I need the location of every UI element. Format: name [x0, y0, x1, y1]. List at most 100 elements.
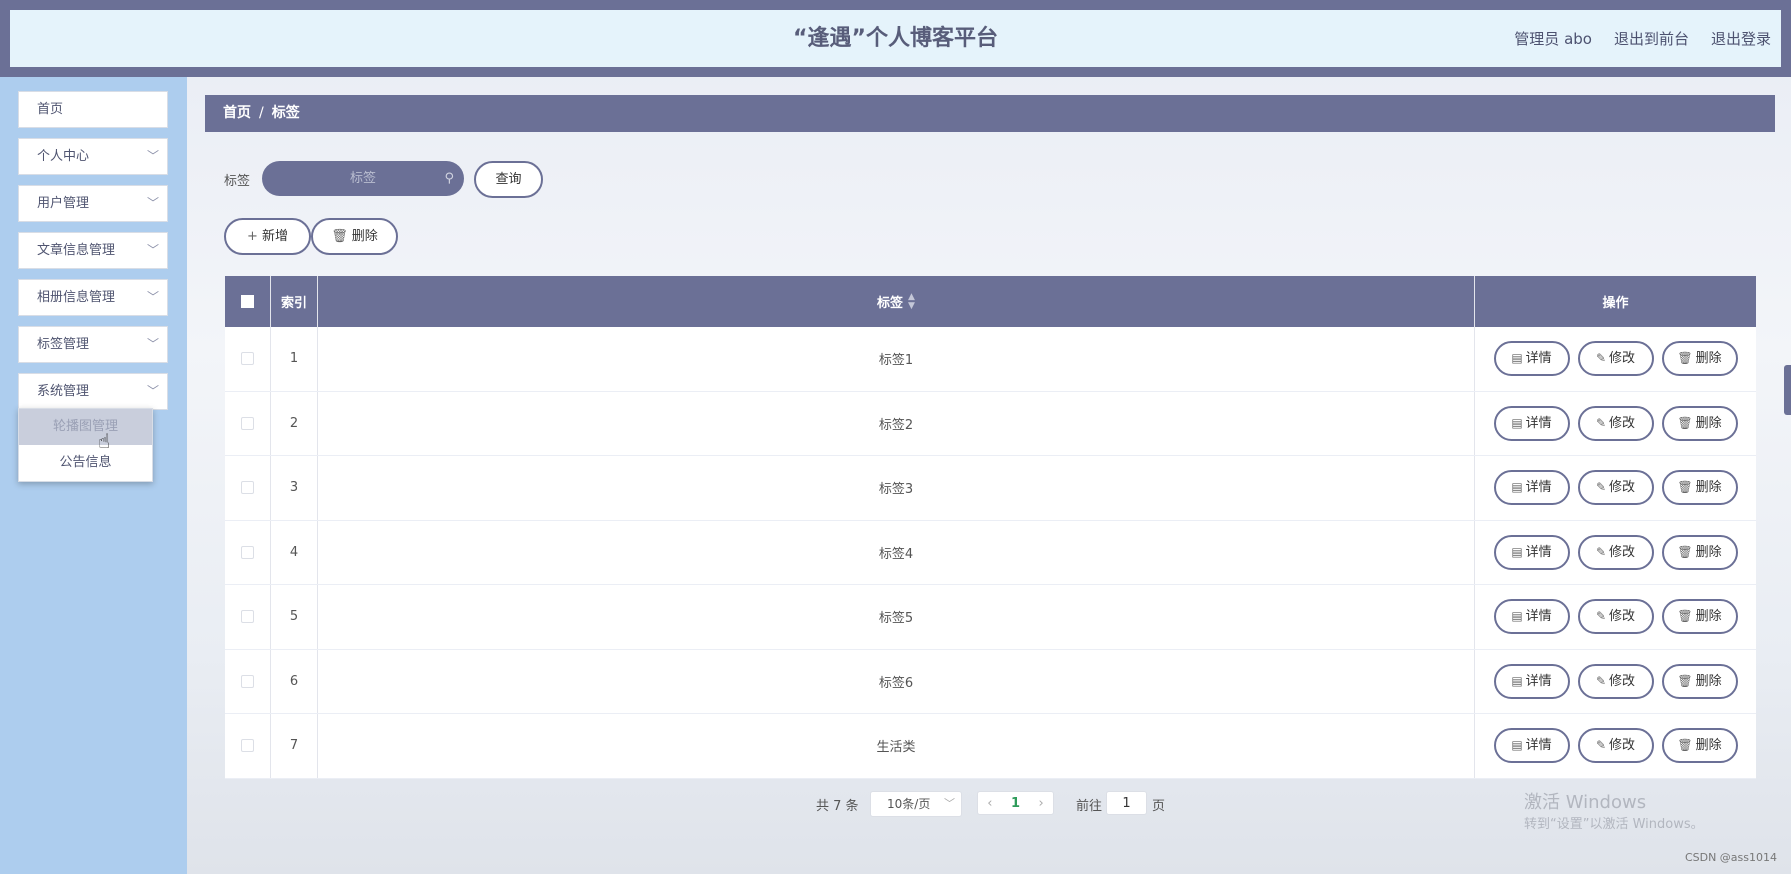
header-tag[interactable]: 标签 ▲ ▼ [318, 276, 1475, 327]
tag-search-input[interactable] [283, 162, 443, 195]
edit-button[interactable]: ✎ 修改 [1577, 341, 1654, 377]
edit-button[interactable]: ✎ 修改 [1577, 470, 1654, 506]
row-checkbox[interactable] [241, 545, 254, 559]
detail-button[interactable]: ▤ 详情 [1493, 534, 1570, 570]
row-actions: ▤ 详情 ✎ 修改 🗑 删除 [1475, 714, 1756, 778]
add-button[interactable]: + 新增 [224, 218, 311, 255]
chevron-down-icon: ﹀ [146, 290, 159, 304]
trash-icon: 🗑 [1677, 544, 1693, 559]
sidebar-item-article-management[interactable]: 文章信息管理 ﹀ [18, 232, 168, 269]
row-index: 7 [271, 714, 318, 778]
delete-button[interactable]: 🗑 删除 [1661, 534, 1738, 570]
row-checkbox[interactable] [241, 481, 254, 495]
edit-label: 修改 [1609, 673, 1636, 689]
chevron-down-icon: ﹀ [146, 149, 159, 163]
table-row: 3 标签3 ▤ 详情 ✎ 修改 🗑 删除 [225, 456, 1756, 521]
search-label: 标签 [224, 174, 251, 189]
sidebar-item-system-management[interactable]: 系统管理 ﹀ [18, 373, 168, 410]
delete-label: 删除 [1695, 415, 1722, 431]
edit-button[interactable]: ✎ 修改 [1577, 534, 1654, 570]
query-button[interactable]: 查询 [474, 161, 543, 198]
detail-button[interactable]: ▤ 详情 [1493, 341, 1570, 377]
edit-button[interactable]: ✎ 修改 [1577, 728, 1654, 764]
back-to-frontend-link[interactable]: 退出到前台 [1614, 28, 1689, 49]
delete-button[interactable]: 🗑 删除 [1661, 728, 1738, 764]
document-icon: ▤ [1511, 673, 1523, 688]
pencil-icon: ✎ [1595, 415, 1607, 430]
row-actions: ▤ 详情 ✎ 修改 🗑 删除 [1475, 327, 1756, 391]
select-all-checkbox[interactable] [241, 295, 254, 308]
delete-label: 删除 [1695, 673, 1722, 689]
sidebar-item-tag-management[interactable]: 标签管理 ﹀ [18, 326, 168, 363]
row-checkbox-cell [225, 585, 271, 649]
page-size-value: 10条/页 [887, 797, 931, 811]
detail-label: 详情 [1525, 480, 1552, 496]
delete-button[interactable]: 🗑 删除 [1661, 405, 1738, 441]
edit-button[interactable]: ✎ 修改 [1577, 599, 1654, 635]
edit-button[interactable]: ✎ 修改 [1577, 405, 1654, 441]
breadcrumb: 首页 / 标签 [205, 95, 1775, 132]
detail-button[interactable]: ▤ 详情 [1493, 663, 1570, 699]
sidebar-item-label: 个人中心 [37, 149, 90, 164]
delete-button[interactable]: 🗑 删除 [1661, 599, 1738, 635]
detail-label: 详情 [1525, 673, 1552, 689]
detail-button[interactable]: ▤ 详情 [1493, 470, 1570, 506]
row-checkbox[interactable] [241, 352, 254, 366]
row-checkbox[interactable] [241, 739, 254, 753]
row-index: 1 [271, 327, 318, 391]
document-icon: ▤ [1511, 609, 1523, 624]
windows-activation-hint: 转到“设置”以激活 Windows。 [1524, 817, 1704, 832]
sidebar-item-personal-center[interactable]: 个人中心 ﹀ [18, 138, 168, 175]
sidebar-item-album-management[interactable]: 相册信息管理 ﹀ [18, 279, 168, 316]
table-row: 7 生活类 ▤ 详情 ✎ 修改 🗑 删除 [225, 714, 1756, 779]
next-page-icon[interactable]: › [1039, 796, 1044, 811]
detail-button[interactable]: ▤ 详情 [1493, 405, 1570, 441]
prev-page-icon[interactable]: ‹ [987, 796, 992, 811]
batch-delete-button[interactable]: 🗑 删除 [311, 218, 398, 255]
detail-label: 详情 [1525, 738, 1552, 754]
add-button-label: 新增 [261, 229, 288, 244]
delete-button[interactable]: 🗑 删除 [1661, 663, 1738, 699]
edit-label: 修改 [1609, 351, 1636, 367]
windows-activation-watermark: 激活 Windows [1524, 792, 1647, 813]
row-checkbox[interactable] [241, 416, 254, 430]
header-tag-label: 标签 [877, 296, 904, 311]
detail-button[interactable]: ▤ 详情 [1493, 728, 1570, 764]
trash-icon: 🗑 [1677, 609, 1693, 624]
delete-button[interactable]: 🗑 删除 [1661, 341, 1738, 377]
hand-cursor-icon: ☝ [98, 429, 111, 453]
tag-table: 索引 标签 ▲ ▼ 操作 1 标签1 ▤ 详情 ✎ 修改 🗑 删除 2 标签2 ▤ 详情 ✎ 修改 🗑 删除 3 标签… [225, 276, 1756, 779]
sidebar-item-user-management[interactable]: 用户管理 ﹀ [18, 185, 168, 222]
row-checkbox[interactable] [241, 610, 254, 624]
row-actions: ▤ 详情 ✎ 修改 🗑 删除 [1475, 456, 1756, 520]
delete-button-label: 删除 [351, 229, 378, 244]
sidebar-item-label: 标签管理 [37, 337, 90, 352]
breadcrumb-home[interactable]: 首页 [223, 105, 251, 121]
chevron-down-icon: ﹀ [944, 797, 955, 810]
plus-icon: + [247, 229, 258, 244]
sidebar-item-home[interactable]: 首页 [18, 91, 168, 128]
header-ops: 操作 [1602, 296, 1629, 311]
sort-icon[interactable]: ▲ ▼ [908, 292, 915, 311]
logout-link[interactable]: 退出登录 [1711, 28, 1771, 49]
pencil-icon: ✎ [1595, 480, 1607, 495]
delete-button[interactable]: 🗑 删除 [1661, 470, 1738, 506]
scrollbar-thumb[interactable] [1784, 365, 1791, 415]
edit-button[interactable]: ✎ 修改 [1577, 663, 1654, 699]
submenu-item-announcement[interactable]: 公告信息 [19, 445, 152, 481]
sidebar-item-label: 文章信息管理 [37, 243, 116, 258]
goto-page-input[interactable] [1106, 791, 1147, 815]
header-index: 索引 [271, 276, 318, 327]
row-checkbox[interactable] [241, 674, 254, 688]
detail-button[interactable]: ▤ 详情 [1493, 599, 1570, 635]
row-checkbox-cell [225, 391, 271, 455]
page-size-select[interactable]: 10条/页 ﹀ [870, 791, 962, 817]
row-actions: ▤ 详情 ✎ 修改 🗑 删除 [1475, 650, 1756, 714]
row-tag: 标签1 [318, 327, 1475, 391]
pagination-total: 共 7 条 [816, 799, 859, 814]
row-actions: ▤ 详情 ✎ 修改 🗑 删除 [1475, 392, 1756, 456]
submenu-item-carousel[interactable]: 轮播图管理 [19, 409, 152, 445]
current-page-number[interactable]: 1 [1011, 796, 1020, 811]
search-box: ⚲ [262, 161, 464, 196]
search-icon: ⚲ [444, 171, 454, 186]
